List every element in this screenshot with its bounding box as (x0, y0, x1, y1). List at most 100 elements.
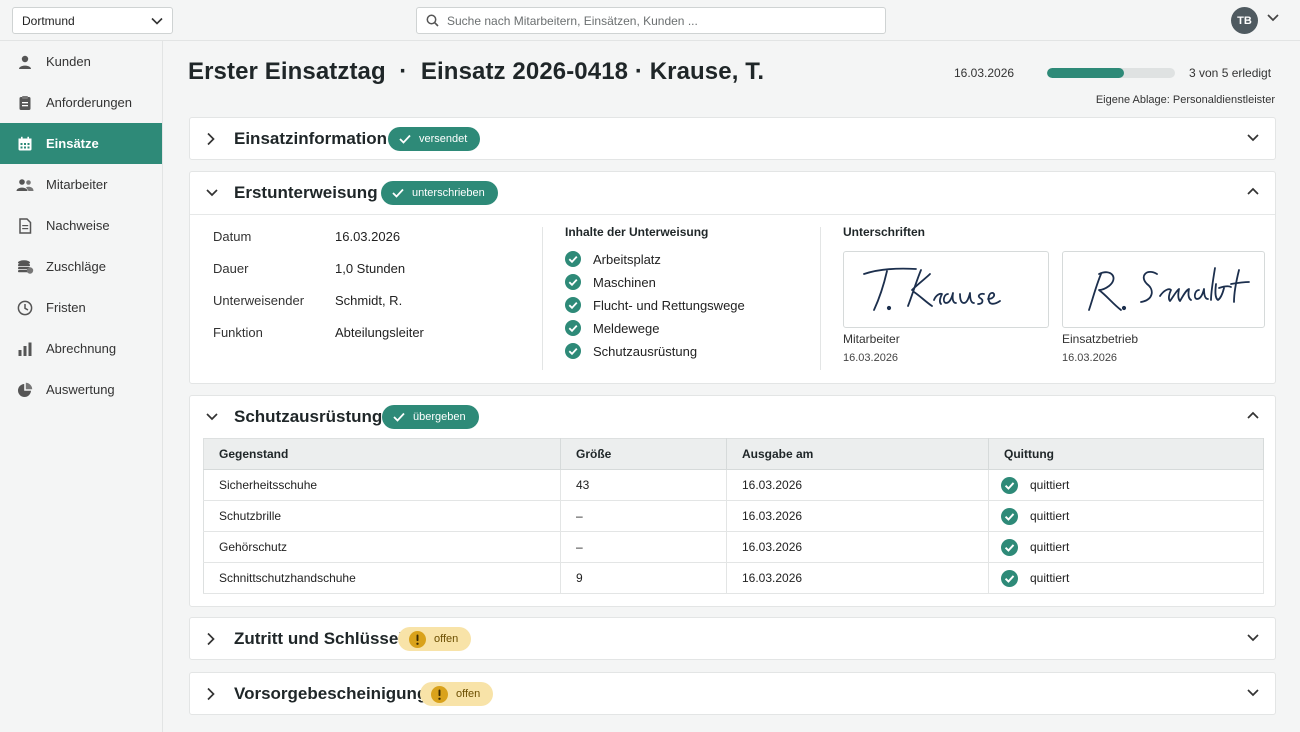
section-zutritt: Zutritt und Schlüssel offen (189, 617, 1276, 660)
status-badge-label: offen (434, 633, 459, 645)
status-badge: unterschrieben (381, 181, 498, 205)
progress-bar (1047, 68, 1175, 78)
sidebar-item-auswertung[interactable]: Auswertung (0, 369, 162, 410)
sidebar-item-label: Kunden (46, 54, 91, 69)
sidebar-item-label: Anforderungen (46, 95, 133, 110)
signature-role-einsatzbetrieb: Einsatzbetrieb (1062, 332, 1139, 346)
pie-chart-icon (16, 381, 34, 399)
check-circle-icon (565, 251, 581, 267)
cell-status: quittiert (988, 469, 1264, 501)
cell-size: 9 (560, 562, 727, 594)
column-divider (820, 227, 821, 370)
section-title: Vorsorgebescheinigung (234, 684, 428, 703)
detail-value-unterweisender: Schmidt, R. (335, 293, 403, 308)
check-circle-icon (565, 274, 581, 290)
location-select-value: Dortmund (22, 13, 75, 28)
table-row[interactable]: Schutzbrille – 16.03.2026 quittiert (203, 500, 1264, 532)
detail-label-funktion: Funktion (213, 325, 263, 340)
signature-image (863, 267, 1001, 311)
chevron-down-icon[interactable] (1246, 133, 1260, 142)
section-header[interactable]: Schutzausrüstung übergeben (190, 396, 1275, 438)
cell-item: Sicherheitsschuhe (203, 469, 561, 501)
table-row[interactable]: Sicherheitsschuhe 43 16.03.2026 quittier… (203, 469, 1264, 501)
search-icon (426, 14, 439, 27)
people-icon (16, 176, 34, 194)
section-header[interactable]: Einsatzinformation versendet (190, 118, 1275, 160)
top-bar: Dortmund TB (0, 0, 1300, 41)
user-avatar[interactable]: TB (1231, 7, 1258, 34)
cell-status: quittiert (988, 531, 1264, 563)
warning-icon (431, 685, 448, 703)
status-badge: offen (420, 682, 494, 706)
cell-item: Schnittschutzhandschuhe (203, 562, 561, 594)
section-title: Schutzausrüstung (234, 407, 383, 426)
check-icon (392, 188, 404, 198)
detail-label-unterweisender: Unterweisender (213, 293, 305, 308)
sidebar-item-mitarbeiter[interactable]: Mitarbeiter (0, 164, 162, 205)
detail-label-datum: Datum (213, 229, 252, 244)
sidebar-item-nachweise[interactable]: Nachweise (0, 205, 162, 246)
cell-status: quittiert (988, 562, 1264, 594)
check-circle-icon (1001, 476, 1018, 494)
warning-icon (409, 630, 426, 648)
chevron-right-icon[interactable] (205, 687, 217, 701)
sidebar-item-label: Fristen (46, 300, 86, 315)
sidebar-item-kunden[interactable]: Kunden (0, 41, 162, 82)
sidebar-item-fristen[interactable]: Fristen (0, 287, 162, 328)
table-row[interactable]: Gehörschutz – 16.03.2026 quittiert (203, 531, 1264, 563)
search-input[interactable] (447, 13, 867, 28)
inhalt-item: Schutzausrüstung (565, 343, 697, 359)
table-row[interactable]: Schnittschutzhandschuhe 9 16.03.2026 qui… (203, 562, 1264, 594)
chevron-up-icon[interactable] (1246, 187, 1260, 196)
divider (190, 214, 1275, 215)
chevron-down-icon[interactable] (205, 411, 219, 423)
location-select[interactable]: Dortmund (12, 7, 173, 34)
sidebar: Kunden Anforderungen Einsätze Mitarbeite… (0, 41, 163, 732)
check-circle-icon (1001, 507, 1018, 525)
detail-label-dauer: Dauer (213, 261, 249, 276)
column-header: Größe (560, 438, 727, 470)
cell-size: 43 (560, 469, 727, 501)
cell-date: 16.03.2026 (726, 562, 989, 594)
sidebar-item-label: Abrechnung (46, 341, 117, 356)
progress-bar-fill (1047, 68, 1124, 78)
sidebar-item-anforderungen[interactable]: Anforderungen (0, 82, 162, 123)
status-label: quittiert (1030, 509, 1070, 523)
cell-item: Gehörschutz (203, 531, 561, 563)
column-divider (542, 227, 543, 370)
clipboard-icon (16, 94, 34, 112)
page-title: Erster Einsatztag · Einsatz 2026-0418 · … (188, 58, 765, 85)
person-icon (16, 53, 34, 71)
signature-image (1088, 267, 1250, 311)
sidebar-item-abrechnung[interactable]: Abrechnung (0, 328, 162, 369)
user-menu-chevron-down-icon[interactable] (1266, 13, 1280, 22)
section-vorsorge: Vorsorgebescheinigung offen (189, 672, 1276, 715)
chevron-down-icon[interactable] (1246, 688, 1260, 697)
section-header[interactable]: Erstunterweisung unterschrieben (190, 172, 1275, 214)
chevron-down-icon[interactable] (205, 187, 219, 199)
chevron-right-icon[interactable] (205, 632, 217, 646)
detail-value-datum: 16.03.2026 (335, 229, 401, 244)
document-icon (16, 217, 34, 235)
section-header[interactable]: Vorsorgebescheinigung offen (190, 673, 1275, 715)
cell-item: Schutzbrille (203, 500, 561, 532)
chevron-right-icon[interactable] (205, 132, 217, 146)
inhalt-label: Flucht- und Rettungswege (593, 297, 745, 313)
section-title: Erstunterweisung (234, 183, 378, 202)
chevron-up-icon[interactable] (1246, 411, 1260, 420)
inhalt-item: Flucht- und Rettungswege (565, 297, 745, 313)
ablage-label: Eigene Ablage: Personaldienstleister (1095, 94, 1275, 106)
cell-size: – (560, 500, 727, 532)
section-title: Einsatzinformation (234, 129, 388, 148)
column-header: Quittung (988, 438, 1264, 470)
section-header[interactable]: Zutritt und Schlüssel offen (190, 618, 1275, 660)
signature-date-einsatzbetrieb: 16.03.2026 (1062, 352, 1118, 364)
search-bar (416, 7, 886, 34)
chevron-down-icon (151, 17, 163, 25)
cell-date: 16.03.2026 (726, 469, 989, 501)
sidebar-item-zuschlaege[interactable]: Zuschläge (0, 246, 162, 287)
signature-box-mitarbeiter (843, 251, 1049, 328)
chevron-down-icon[interactable] (1246, 633, 1260, 642)
sidebar-item-einsaetze[interactable]: Einsätze (0, 123, 162, 164)
status-badge-label: übergeben (413, 411, 466, 423)
